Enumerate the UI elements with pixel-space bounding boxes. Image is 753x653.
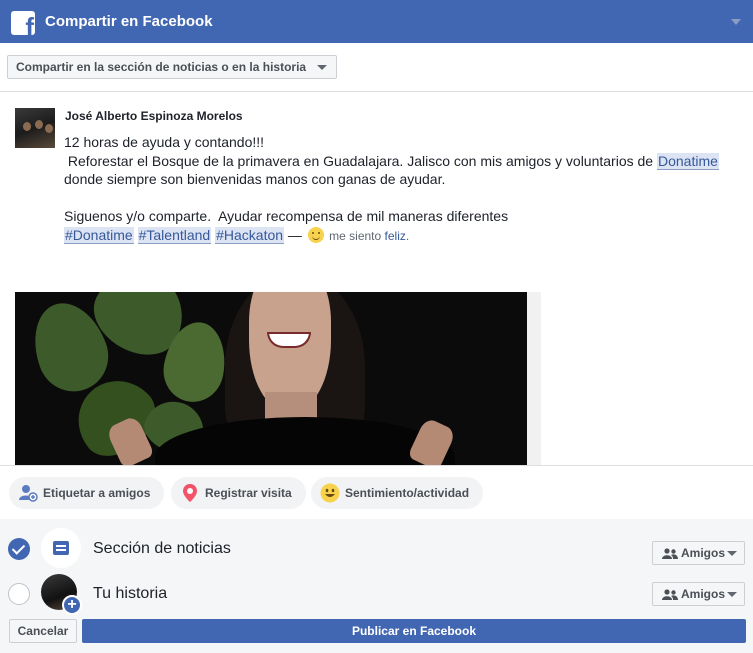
post-line: 12 horas de ayuda y contando!!! <box>64 134 265 150</box>
feeling-smiley-icon <box>307 226 324 243</box>
friends-icon <box>662 589 678 600</box>
share-destination-label: Compartir en la sección de noticias o en… <box>16 60 307 74</box>
mention-link-donatime[interactable]: Donatime <box>656 152 719 170</box>
post-line: donde siempre son bienvenidas manos con … <box>64 171 446 187</box>
post-text: 12 horas de ayuda y contando!!! Reforest… <box>64 133 744 245</box>
smiley-icon <box>320 483 340 503</box>
tag-friends-button[interactable]: Etiquetar a amigos <box>9 477 165 509</box>
post-hashtag-line: #Donatime #Talentland #Hackaton — me sie… <box>64 226 410 244</box>
location-pin-icon <box>183 484 197 502</box>
tag-friends-icon <box>19 485 38 502</box>
story-privacy-label: Amigos <box>681 587 726 601</box>
feeling-activity-button[interactable]: Sentimiento/actividad <box>311 477 484 509</box>
dialog-header: f Compartir en Facebook <box>0 0 753 43</box>
post-line: Reforestar el Bosque de la primavera en … <box>64 152 719 170</box>
facebook-f-icon: f <box>11 11 35 35</box>
story-privacy-dropdown[interactable]: Amigos <box>652 582 745 606</box>
hashtag-link[interactable]: #Hackaton <box>215 226 285 244</box>
divider <box>0 465 753 466</box>
news-feed-privacy-label: Amigos <box>681 546 726 560</box>
chevron-down-icon <box>727 551 737 556</box>
chevron-down-icon <box>727 592 737 597</box>
feeling-link[interactable]: feliz <box>385 229 406 243</box>
hashtag-link[interactable]: #Talentland <box>137 226 212 244</box>
header-chevron-down-icon[interactable] <box>731 19 741 25</box>
story-label: Tu historia <box>93 585 168 602</box>
news-feed-label: Sección de noticias <box>93 540 231 557</box>
hashtag-link[interactable]: #Donatime <box>64 226 134 244</box>
check-in-label: Registrar visita <box>205 486 292 500</box>
news-feed-icon <box>41 528 81 568</box>
tag-friends-label: Etiquetar a amigos <box>43 486 151 500</box>
publish-button[interactable]: Publicar en Facebook <box>82 619 746 643</box>
feeling-activity-label: Sentimiento/actividad <box>345 486 470 500</box>
cancel-button[interactable]: Cancelar <box>9 619 77 643</box>
friends-icon <box>662 548 678 559</box>
author-avatar <box>15 108 55 148</box>
share-destination-dropdown[interactable]: Compartir en la sección de noticias o en… <box>7 55 338 79</box>
news-feed-privacy-dropdown[interactable]: Amigos <box>652 541 745 565</box>
preview-scroll-strip <box>527 292 541 466</box>
divider <box>0 91 753 92</box>
plus-icon: + <box>62 595 82 615</box>
chevron-down-icon <box>317 65 328 70</box>
post-author-name[interactable]: José Alberto Espinoza Morelos <box>65 109 243 123</box>
dialog-title: Compartir en Facebook <box>45 13 213 30</box>
story-checkbox[interactable] <box>8 583 30 605</box>
post-line: Siguenos y/o comparte. Ayudar recompensa… <box>64 208 509 224</box>
news-feed-checkbox[interactable] <box>8 538 30 560</box>
post-photo <box>15 292 527 466</box>
check-in-button[interactable]: Registrar visita <box>171 477 306 509</box>
